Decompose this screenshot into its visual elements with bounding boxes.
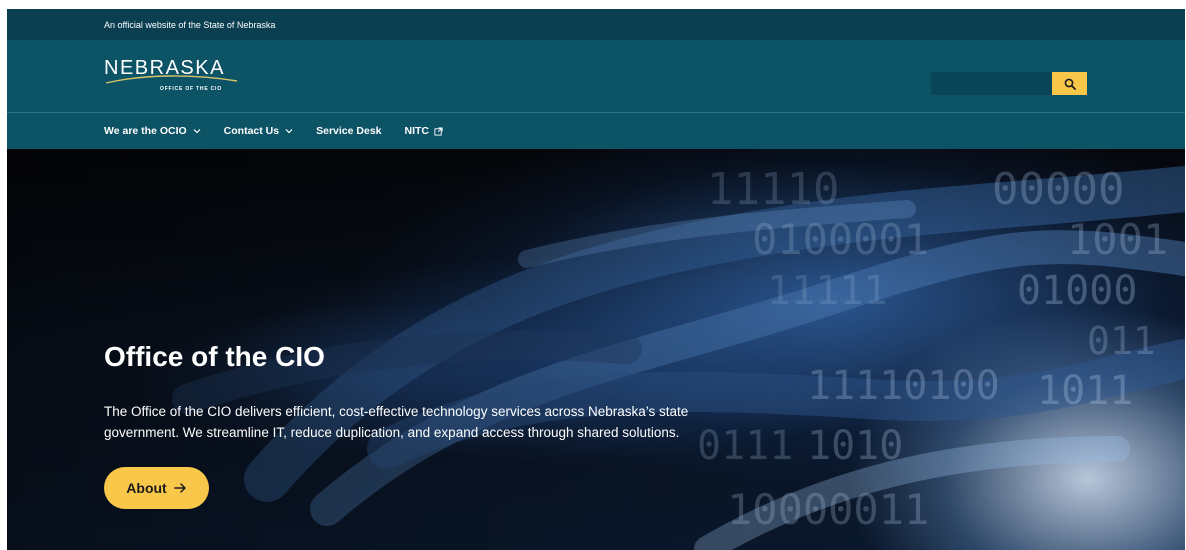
external-link-icon <box>434 126 443 136</box>
chevron-down-icon <box>193 129 201 134</box>
nav-item-nitc[interactable]: NITC <box>405 125 444 137</box>
nebraska-logo[interactable]: NEBRASKA OFFICE OF THE CIO <box>104 58 244 98</box>
nav-item-label: NITC <box>404 125 430 137</box>
nav-item-label: Contact Us <box>223 125 280 137</box>
nav-item-label: Service Desk <box>316 125 382 137</box>
hero-section: 11110 00000 0100001 1001 11111 01000 011… <box>7 149 1185 550</box>
hero-description: The Office of the CIO delivers efficient… <box>104 404 689 440</box>
about-button[interactable]: About <box>104 467 209 509</box>
search-form <box>931 72 1087 95</box>
main-nav: We are the OCIO Contact Us Service Desk … <box>7 113 1185 149</box>
site-header: NEBRASKA OFFICE OF THE CIO <box>7 40 1185 113</box>
nav-item-contact-us[interactable]: Contact Us <box>224 125 293 137</box>
logo-subtitle: OFFICE OF THE CIO <box>160 86 222 92</box>
logo-swoosh <box>105 75 238 84</box>
arrow-right-icon <box>173 483 186 493</box>
chevron-down-icon <box>285 129 293 134</box>
search-input[interactable] <box>931 72 1052 95</box>
nav-item-service-desk[interactable]: Service Desk <box>316 125 381 137</box>
nav-item-we-are-the-ocio[interactable]: We are the OCIO <box>104 125 201 137</box>
page-title: Office of the CIO <box>104 341 325 372</box>
about-button-label: About <box>126 480 167 496</box>
official-banner: An official website of the State of Nebr… <box>7 9 1185 40</box>
search-icon <box>1064 78 1076 90</box>
official-banner-text: An official website of the State of Nebr… <box>104 19 276 30</box>
nav-item-label: We are the OCIO <box>104 125 187 137</box>
page-frame: An official website of the State of Nebr… <box>7 9 1185 550</box>
search-button[interactable] <box>1052 72 1087 95</box>
